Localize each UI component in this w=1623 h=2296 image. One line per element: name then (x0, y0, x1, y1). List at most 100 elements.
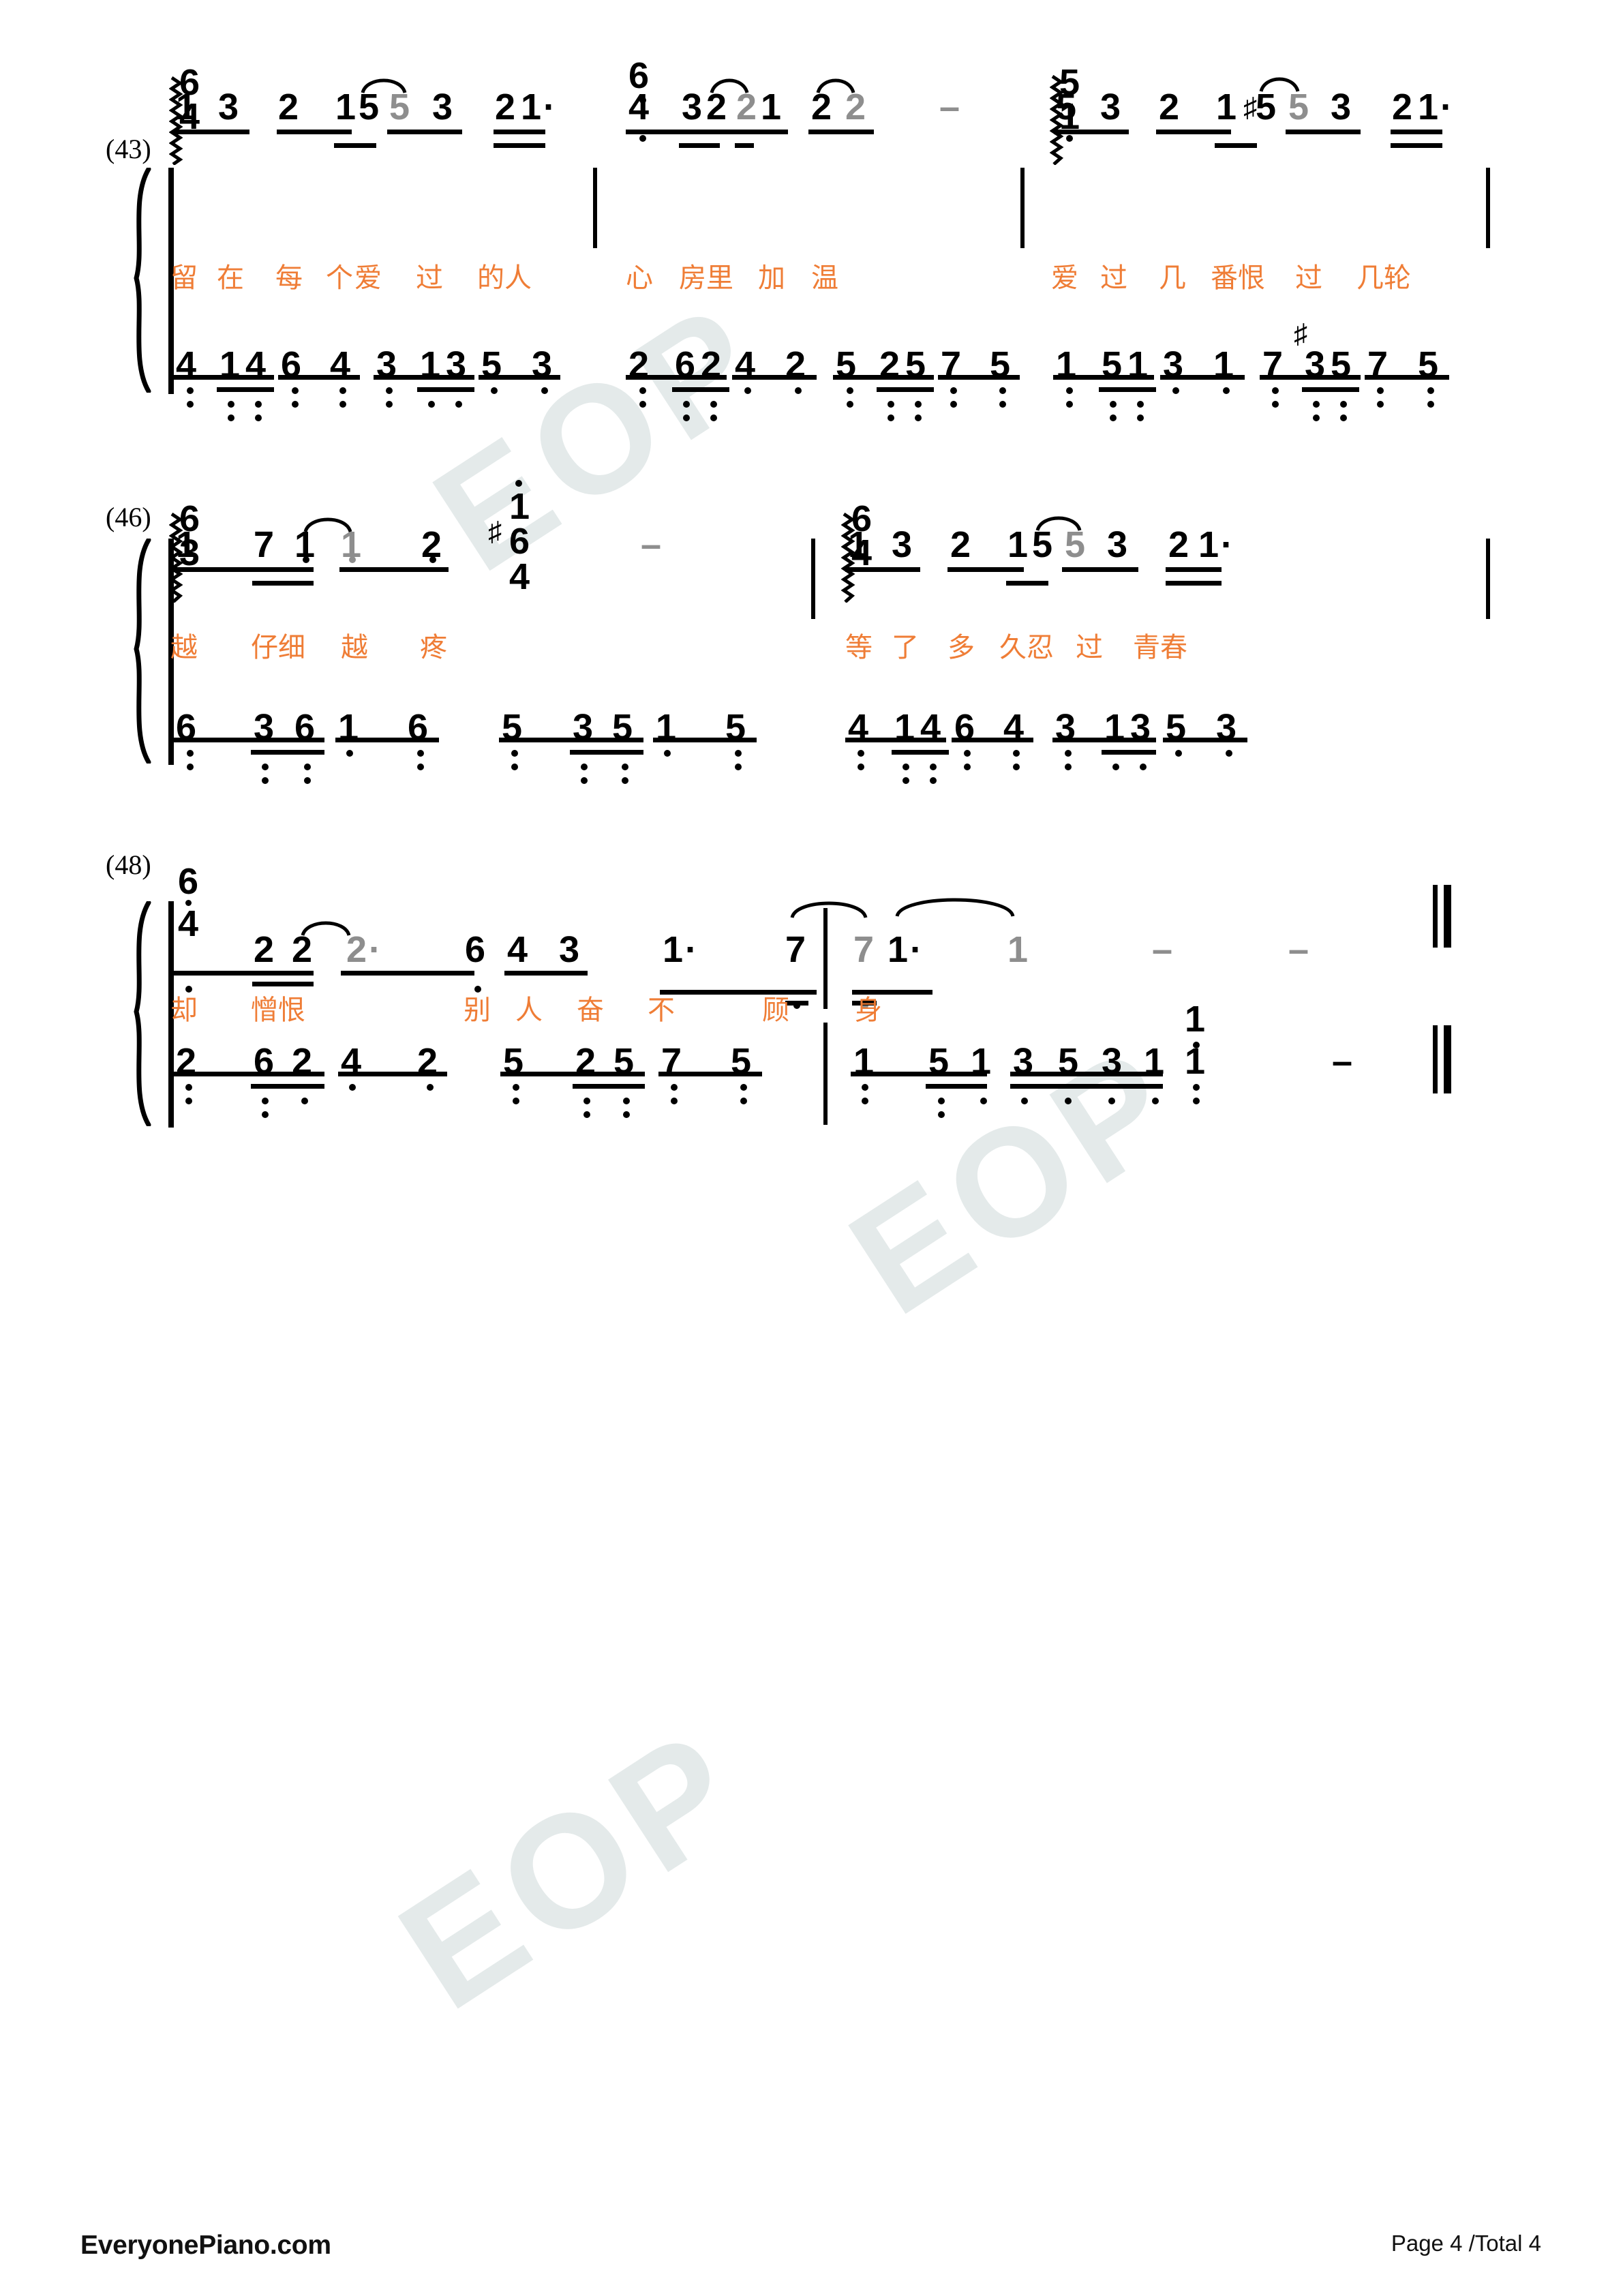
octave-dot (1065, 1098, 1072, 1104)
octave-dot (858, 764, 864, 770)
note: 1 (176, 524, 197, 565)
beam (251, 1084, 324, 1089)
beam (653, 738, 757, 742)
octave-dot (964, 764, 971, 770)
octave-dot (1108, 1098, 1115, 1104)
beam (570, 750, 643, 755)
beam (1166, 567, 1222, 572)
octave-dot (938, 1098, 945, 1104)
lyric-syllable: 仔细 (251, 632, 305, 663)
note: 2 (950, 524, 971, 565)
octave-dot (1112, 764, 1119, 770)
octave-dot (1065, 764, 1072, 770)
octave-dot (740, 1098, 747, 1104)
octave-dot (417, 764, 424, 770)
octave-dot (623, 1111, 630, 1118)
beam (504, 971, 588, 976)
note: 1 (1007, 929, 1029, 970)
octave-dot (622, 764, 628, 770)
beam (947, 567, 1024, 572)
page-footer: EveryonePiano.com Page 4 /Total 4 (0, 2214, 1623, 2296)
sharp-accidental: ♯ (488, 516, 502, 547)
octave-dot (185, 986, 192, 993)
beam (851, 1072, 987, 1076)
beam (1102, 750, 1156, 755)
lyric-syllable: 却 (170, 995, 198, 1026)
octave-dot (513, 1098, 519, 1104)
time-signature-6-4: 64 (177, 861, 199, 945)
octave-dot (427, 1084, 434, 1091)
octave-dot (664, 750, 671, 757)
octave-dot (303, 556, 309, 563)
beam (499, 738, 643, 742)
octave-dot (930, 777, 937, 784)
octave-dot (1175, 750, 1182, 757)
beam (1052, 738, 1156, 742)
octave-dot (511, 750, 518, 757)
barline (1486, 539, 1490, 619)
barline (823, 908, 828, 1009)
octave-dot (964, 750, 971, 757)
octave-dot (301, 1098, 308, 1104)
grand-staff-brace (121, 539, 157, 764)
bass-note: 1 (1185, 1041, 1206, 1082)
beam (341, 971, 474, 976)
octave-dot (429, 556, 436, 563)
final-barline-thick (1444, 885, 1451, 948)
beam (952, 738, 1033, 742)
octave-dot (262, 764, 269, 770)
beam (845, 567, 920, 572)
octave-dot (187, 750, 194, 757)
octave-dot (1065, 750, 1072, 757)
grand-staff-brace (121, 901, 157, 1126)
beam (852, 990, 932, 995)
final-barline-thin (1433, 1025, 1438, 1093)
octave-dot (1152, 1098, 1159, 1104)
octave-dot (862, 1098, 868, 1104)
octave-dot (735, 750, 742, 757)
lyric-syllable: 奋 (577, 995, 604, 1026)
beam (573, 1084, 645, 1089)
chord-stack: 1 6 4 (504, 480, 534, 595)
note: 3 (1107, 524, 1128, 565)
beam (658, 1072, 762, 1076)
note: 1 (1198, 526, 1233, 563)
lyric-syllable: 等 (845, 632, 873, 663)
note: 7 (853, 929, 875, 970)
beam (1006, 581, 1048, 586)
octave-dot (740, 1084, 747, 1091)
octave-dot (583, 1098, 590, 1104)
beam (173, 1072, 324, 1076)
octave-dot (671, 1084, 678, 1091)
octave-dot (511, 764, 518, 770)
sustain-dash: – (1152, 929, 1173, 970)
octave-dot (304, 777, 311, 784)
octave-dot (185, 1098, 192, 1104)
final-barline-thick (1444, 1025, 1451, 1093)
octave-dot (304, 764, 311, 770)
octave-dot (862, 1084, 868, 1091)
octave-dot (1013, 750, 1020, 757)
octave-dot (1021, 1098, 1028, 1104)
lyric-syllable: 多 (947, 632, 975, 663)
octave-dot (262, 1111, 269, 1118)
note: 3 (559, 929, 580, 970)
beam (1010, 1084, 1163, 1089)
note: 5 (1032, 524, 1053, 565)
barline (823, 1023, 828, 1125)
lyric-syllable: 越 (170, 632, 198, 663)
page-indicator: Page 4 /Total 4 (1391, 2231, 1541, 2256)
octave-dot (346, 750, 353, 757)
tie (789, 894, 868, 919)
beam (845, 738, 946, 742)
octave-dot (349, 556, 356, 563)
lyric-syllable: 越 (341, 632, 368, 663)
measure-number-46: (46) (106, 502, 151, 532)
note: 7 (254, 524, 275, 565)
beam (173, 738, 324, 742)
lyric-syllable: 久忍 (999, 632, 1054, 663)
octave-dot (622, 777, 628, 784)
octave-dot (417, 750, 424, 757)
lyric-syllable: 不 (648, 995, 675, 1026)
octave-dot (671, 1098, 678, 1104)
